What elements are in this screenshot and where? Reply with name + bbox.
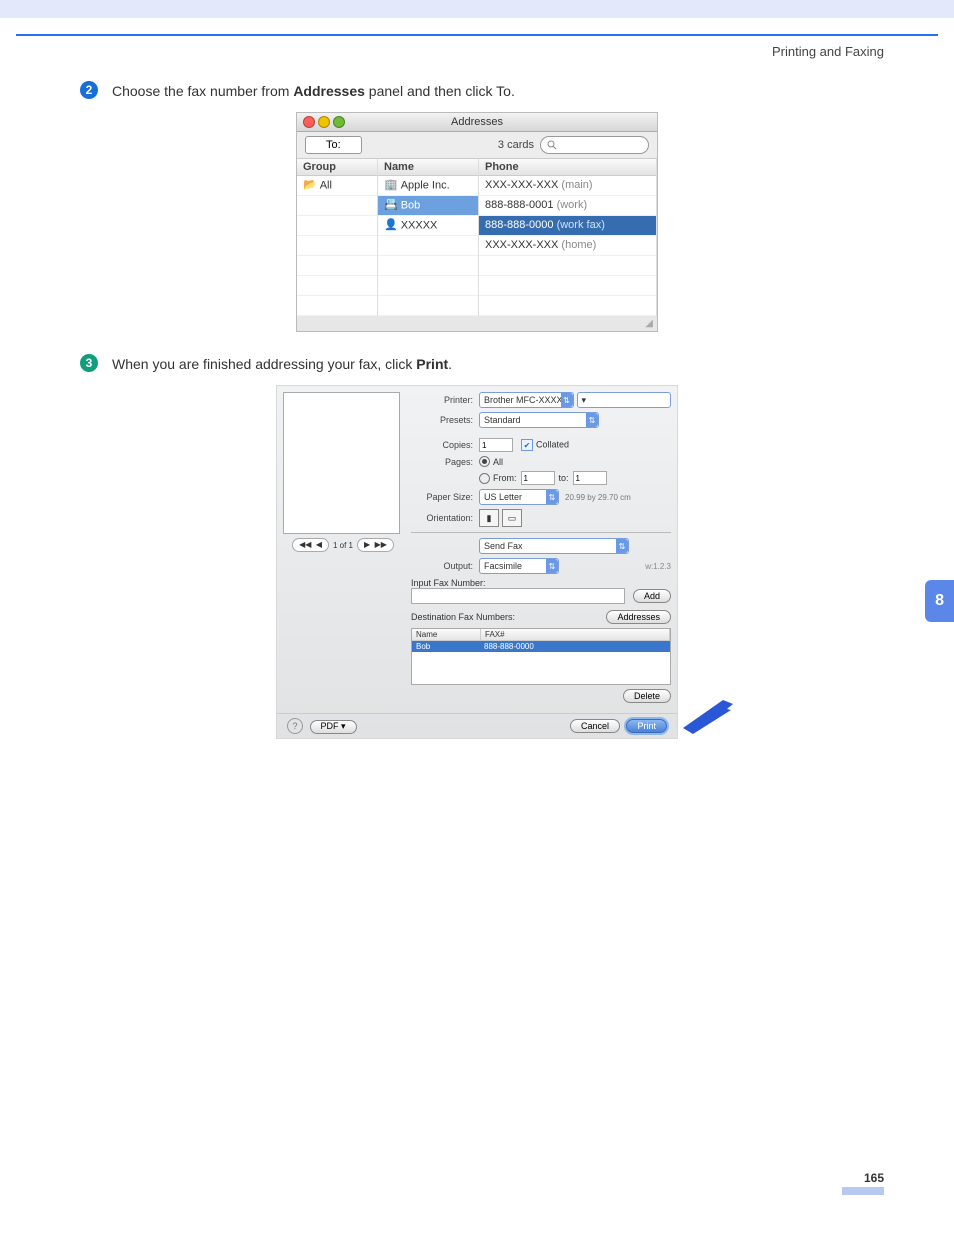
papersize-select[interactable]: US Letter⇅ [479, 489, 559, 505]
presets-select[interactable]: Standard⇅ [479, 412, 599, 428]
copies-label: Copies: [411, 440, 473, 450]
pages-from-radio[interactable] [479, 473, 490, 484]
orientation-label: Orientation: [411, 513, 473, 523]
pages-to-label: to: [559, 473, 569, 483]
presets-label: Presets: [411, 415, 473, 425]
phone-row-main[interactable]: XXX-XXX-XXX (main) [479, 176, 656, 196]
pages-from-label: From: [493, 473, 517, 483]
name-row-apple[interactable]: 🏢Apple Inc. [378, 176, 478, 196]
dest-fax-label: Destination Fax Numbers: [411, 612, 515, 622]
folder-icon: 📂 [303, 178, 317, 193]
addresses-toolbar: To: 3 cards [297, 132, 657, 159]
chevron-updown-icon: ⇅ [586, 413, 598, 427]
column-head-name[interactable]: Name [378, 159, 478, 176]
feature-select[interactable]: Send Fax⇅ [479, 538, 629, 554]
step-3-text: When you are finished addressing your fa… [112, 354, 452, 375]
column-head-phone[interactable]: Phone [479, 159, 656, 176]
phone-row-workfax[interactable]: 888-888-0000 (work fax) [479, 216, 656, 236]
pages-label: Pages: [411, 457, 473, 467]
pages-from-input[interactable] [521, 471, 555, 485]
chevron-updown-icon: ⇅ [616, 539, 628, 553]
help-button[interactable]: ? [287, 718, 303, 734]
paper-dims: 20.99 by 29.70 cm [565, 493, 631, 502]
pages-to-input[interactable] [573, 471, 607, 485]
printer-status-button[interactable]: ▾ [577, 392, 672, 408]
chevron-updown-icon: ⇅ [546, 490, 558, 504]
card-icon: 📇 [384, 198, 398, 213]
step-3: 3 When you are finished addressing your … [80, 354, 874, 375]
step-2-text: Choose the fax number from Addresses pan… [112, 81, 515, 102]
step-badge-2: 2 [80, 81, 98, 99]
page-preview [283, 392, 400, 534]
chevron-updown-icon: ⇅ [561, 393, 573, 407]
next-page-button[interactable]: ▶ ▶▶ [357, 538, 394, 552]
pages-all-radio[interactable] [479, 456, 490, 467]
chapter-tab: 8 [925, 580, 954, 622]
copies-input[interactable] [479, 438, 513, 452]
pointer-arrow-icon [677, 694, 733, 734]
addresses-panel: Addresses To: 3 cards Group 📂All [296, 112, 658, 332]
delete-button[interactable]: Delete [623, 689, 671, 703]
step-badge-3: 3 [80, 354, 98, 372]
prev-page-button[interactable]: ◀◀ ◀ [292, 538, 329, 552]
phone-row-home[interactable]: XXX-XXX-XXX (home) [479, 236, 656, 256]
printer-label: Printer: [411, 395, 473, 405]
card-count: 3 cards [498, 139, 534, 151]
orientation-portrait-button[interactable]: ▮ [479, 509, 499, 527]
pages-all-label: All [493, 457, 503, 467]
version-text: w:1.2.3 [645, 562, 671, 571]
papersize-label: Paper Size: [411, 492, 473, 502]
pdf-menu-button[interactable]: PDF ▾ [310, 720, 357, 734]
header-rule [16, 34, 938, 36]
dest-table: Name FAX# Bob 888-888-0000 [411, 628, 671, 685]
output-select[interactable]: Facsimile⇅ [479, 558, 559, 574]
input-fax-label: Input Fax Number: [411, 578, 671, 588]
addresses-title: Addresses [297, 116, 657, 128]
column-head-group[interactable]: Group [297, 159, 377, 176]
print-button[interactable]: Print [626, 719, 667, 733]
addresses-titlebar: Addresses [297, 113, 657, 132]
search-input[interactable] [540, 136, 649, 154]
section-title: Printing and Faxing [0, 44, 954, 59]
input-fax-number-field[interactable] [411, 588, 625, 604]
search-icon [547, 140, 557, 150]
cancel-button[interactable]: Cancel [570, 719, 620, 733]
print-dialog: ◀◀ ◀ 1 of 1 ▶ ▶▶ Printer: Brother MFC-XX… [276, 385, 678, 739]
chevron-updown-icon: ⇅ [546, 559, 558, 573]
phone-row-work[interactable]: 888-888-0001 (work) [479, 196, 656, 216]
to-button[interactable]: To: [305, 136, 362, 154]
page-indicator: 1 of 1 [333, 541, 353, 550]
printer-select[interactable]: Brother MFC-XXXX⇅ [479, 392, 574, 408]
step-2: 2 Choose the fax number from Addresses p… [80, 81, 874, 102]
name-row-bob[interactable]: 📇Bob [378, 196, 478, 216]
building-icon: 🏢 [384, 178, 398, 193]
group-row-all[interactable]: 📂All [297, 176, 377, 196]
person-icon: 👤 [384, 218, 398, 233]
resize-grip-icon[interactable]: ◢ [645, 318, 653, 329]
page-number-bar [842, 1187, 884, 1195]
collated-checkbox[interactable]: ✔ [521, 439, 533, 451]
add-button[interactable]: Add [633, 589, 671, 603]
dest-col-name[interactable]: Name [412, 629, 481, 640]
page-number: 165 [864, 1171, 884, 1185]
dest-col-fax[interactable]: FAX# [481, 629, 670, 640]
header-band [0, 0, 954, 18]
dest-row-bob[interactable]: Bob 888-888-0000 [412, 641, 670, 652]
output-label: Output: [411, 561, 473, 571]
orientation-landscape-button[interactable]: ▭ [502, 509, 522, 527]
name-row-x[interactable]: 👤XXXXX [378, 216, 478, 236]
collated-label: Collated [536, 440, 569, 450]
addresses-button[interactable]: Addresses [606, 610, 671, 624]
